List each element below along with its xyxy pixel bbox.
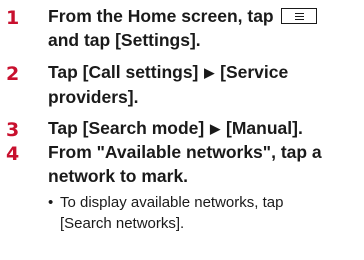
step-number: 4 [6, 143, 20, 165]
step-line: From the Home screen, tap [48, 4, 362, 28]
note-line: • To display available networks, tap [48, 192, 358, 213]
arrow-right-icon: ▶ [210, 121, 221, 136]
step-text-segment: [Service [220, 62, 289, 82]
step-text: From "Available networks", tap a network… [48, 140, 362, 188]
menu-key-icon [280, 8, 317, 24]
step-text-segment: Tap [Search mode] [48, 118, 205, 138]
step-number: 2 [6, 63, 20, 85]
arrow-right-icon: ▶ [204, 65, 215, 80]
step-text-segment: [Manual]. [226, 118, 303, 138]
step-text-segment: Tap [Call settings] [48, 62, 199, 82]
note-line: [Search networks]. [48, 213, 358, 234]
step-number: 3 [6, 119, 20, 141]
step-line: and tap [Settings]. [48, 30, 201, 50]
step-line: network to mark. [48, 166, 189, 186]
step-number: 1 [6, 7, 20, 29]
step-line: providers]. [48, 87, 139, 107]
instruction-steps: 1 From the Home screen, tap and tap [Set… [0, 0, 364, 260]
step-line: Tap [Search mode] ▶ [Manual]. [48, 116, 362, 141]
bullet-icon: • [48, 194, 54, 211]
step-text: From the Home screen, tap and tap [Setti… [48, 4, 362, 52]
step-text: Tap [Search mode] ▶ [Manual]. [48, 116, 362, 141]
note-text: [Search networks]. [60, 215, 185, 232]
step-note: • To display available networks, tap [Sea… [48, 192, 358, 234]
step-text-segment: From the Home screen, tap [48, 6, 274, 26]
note-text: To display available networks, tap [60, 194, 284, 211]
step-line: From "Available networks", tap a [48, 142, 322, 162]
step-text: Tap [Call settings] ▶ [Service providers… [48, 60, 362, 109]
step-line: Tap [Call settings] ▶ [Service [48, 60, 362, 85]
